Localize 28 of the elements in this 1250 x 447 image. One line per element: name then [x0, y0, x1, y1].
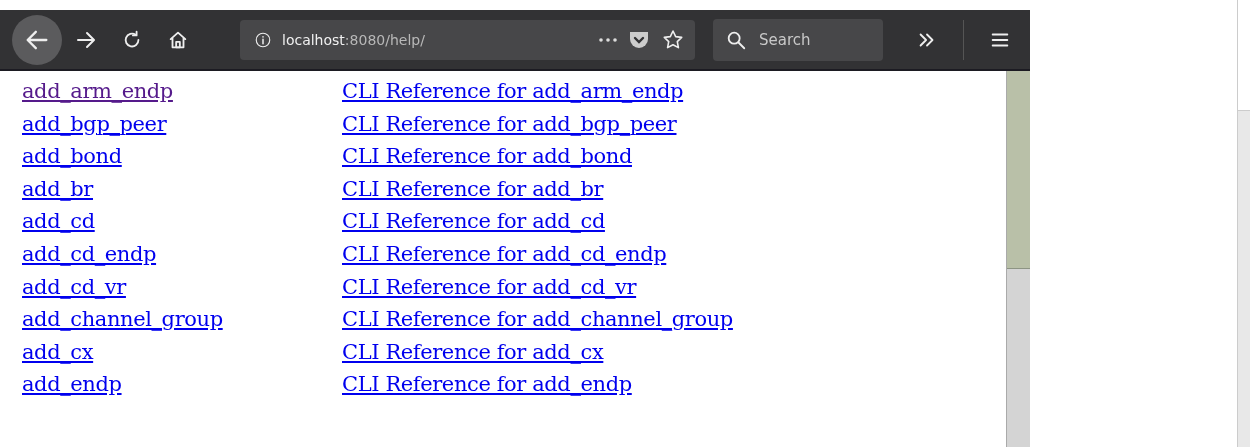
reference-link[interactable]: CLI Reference for add_endp [342, 372, 632, 397]
reference-link[interactable]: CLI Reference for add_channel_group [342, 307, 733, 332]
command-link[interactable]: add_cd [22, 209, 95, 234]
search-box[interactable]: Search [713, 18, 883, 61]
more-dots-icon[interactable] [599, 37, 617, 42]
reference-link[interactable]: CLI Reference for add_bgp_peer [342, 111, 677, 136]
address-bar[interactable]: localhost:8080/help/ [240, 19, 695, 60]
reference-link[interactable]: CLI Reference for add_cd_vr [342, 274, 637, 299]
reference-link[interactable]: CLI Reference for add_bond [342, 144, 632, 169]
command-link[interactable]: add_cx [22, 339, 94, 364]
search-field[interactable]: Search [757, 29, 861, 50]
command-link[interactable]: add_endp [22, 372, 122, 397]
reference-link[interactable]: CLI Reference for add_cd [342, 209, 605, 234]
reference-link[interactable]: CLI Reference for add_cd_endp [342, 241, 667, 266]
command-link[interactable]: add_cd_endp [22, 241, 157, 266]
reference-link[interactable]: CLI Reference for add_cx [342, 339, 604, 364]
back-button[interactable] [12, 14, 62, 65]
url-text: localhost:8080/help/ [282, 31, 426, 48]
scrollbar-thumb[interactable] [1007, 71, 1030, 269]
info-icon [254, 30, 272, 49]
command-link[interactable]: add_cd_vr [22, 274, 126, 299]
command-link[interactable]: add_arm_endp [22, 79, 173, 103]
reference-link[interactable]: CLI Reference for add_arm_endp [342, 79, 684, 103]
command-link[interactable]: add_br [22, 176, 93, 201]
command-link[interactable]: add_bgp_peer [22, 111, 167, 136]
reference-link[interactable]: CLI Reference for add_br [342, 176, 604, 201]
command-link[interactable]: add_bond [22, 144, 122, 169]
command-link[interactable]: add_channel_group [22, 307, 223, 332]
